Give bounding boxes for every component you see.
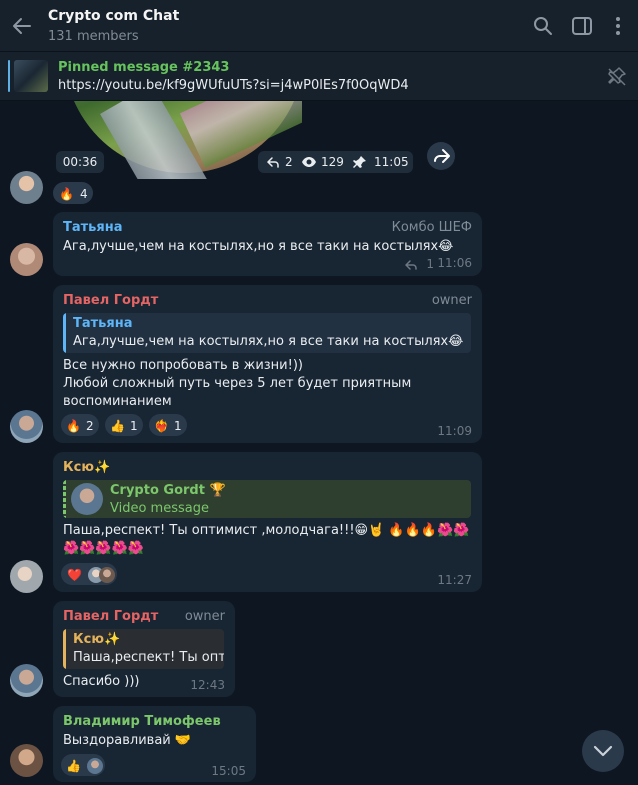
message-text: Ага,лучше,чем на костылях,но я все таки … <box>63 239 454 254</box>
member-title: owner <box>431 293 472 308</box>
message-line: воспоминанием <box>63 394 172 409</box>
reactor-avatar <box>86 757 103 774</box>
avatar[interactable] <box>10 560 43 593</box>
reaction-thumbs-up[interactable]: 👍 <box>61 754 105 776</box>
message-text: Выздоравливай 🤝 <box>63 733 192 748</box>
avatar[interactable] <box>10 410 43 443</box>
search-icon[interactable] <box>531 14 555 38</box>
reply-quote[interactable]: Татьяна Ага,лучше,чем на костылях,но я в… <box>63 313 471 353</box>
message-time: 11:09 <box>437 424 472 438</box>
more-options-icon[interactable] <box>606 14 630 38</box>
pinned-title: Pinned message #2343 <box>58 60 230 75</box>
avatar[interactable] <box>10 744 43 777</box>
views-icon <box>301 151 317 180</box>
video-meta: 2 129 11:05 <box>258 151 413 173</box>
forward-button[interactable] <box>427 142 455 170</box>
message-line: 🌺🌺🌺🌺🌺 <box>63 541 144 556</box>
quote-author: Crypto Gordt 🏆 <box>110 483 226 498</box>
message-bubble[interactable]: Павел Гордт owner Татьяна Ага,лучше,чем … <box>53 285 482 443</box>
reactor-avatar <box>98 566 115 583</box>
sidebar-toggle-icon[interactable] <box>570 14 594 38</box>
video-time: 11:05 <box>374 155 409 169</box>
quote-text: Ага,лучше,чем на костылях,но я все таки … <box>73 334 464 349</box>
pinned-icon <box>353 151 367 180</box>
message-time: 12:43 <box>190 678 225 692</box>
reaction-fire[interactable]: 🔥 2 <box>61 414 99 436</box>
reaction-fire[interactable]: 🔥 4 <box>53 182 93 204</box>
message-line: Паша,респект! Ты оптимист ,молодчага!!!😁… <box>63 523 470 538</box>
message-time: 11:27 <box>437 573 472 587</box>
message-line: Все нужно попробовать в жизни!)) <box>63 358 303 373</box>
sender-name[interactable]: Павел Гордт <box>63 609 158 624</box>
quote-author: Татьяна <box>73 316 133 331</box>
avatar[interactable] <box>10 664 43 697</box>
view-count: 129 <box>321 155 344 169</box>
reaction-heart-fire[interactable]: ❤️‍🔥 1 <box>149 414 187 436</box>
quote-text: Паша,респект! Ты опт... <box>73 650 224 665</box>
pinned-indicator <box>8 60 10 92</box>
pinned-thumbnail <box>14 60 48 92</box>
reply-quote[interactable]: Ксю✨ Паша,респект! Ты опт... <box>63 629 224 669</box>
quote-avatar <box>71 483 103 515</box>
pinned-message-bar[interactable]: Pinned message #2343 https://youtu.be/kf… <box>0 52 638 101</box>
reply-counter[interactable]: 1 <box>404 257 434 271</box>
reply-icon <box>266 151 280 180</box>
reaction-thumbs-up[interactable]: 👍 1 <box>105 414 143 436</box>
back-arrow-icon[interactable] <box>8 12 36 40</box>
message-bubble[interactable]: Татьяна Комбо ШЕФ Ага,лучше,чем на косты… <box>53 212 482 276</box>
reply-icon <box>404 259 417 270</box>
unpin-icon[interactable] <box>606 66 628 86</box>
message-bubble[interactable]: Ксю✨ Crypto Gordt 🏆 Video message Паша,р… <box>53 452 482 592</box>
video-duration: 00:36 <box>56 151 104 173</box>
quote-author: Ксю✨ <box>73 632 121 647</box>
sender-name[interactable]: Татьяна <box>63 220 123 235</box>
message-time: 11:06 <box>437 256 472 270</box>
quote-text: Video message <box>110 501 209 516</box>
chevron-down-icon <box>593 745 613 757</box>
reply-quote[interactable]: Crypto Gordt 🏆 Video message <box>63 480 471 518</box>
quote-bar <box>63 480 66 518</box>
forward-icon <box>434 149 450 163</box>
message-text: Спасибо ))) <box>63 674 140 689</box>
sender-name[interactable]: Владимир Тимофеев <box>63 714 221 729</box>
avatar[interactable] <box>10 243 43 276</box>
pinned-link[interactable]: https://youtu.be/kf9gWUfuUTs?si=j4wP0lEs… <box>58 78 409 93</box>
reply-count: 2 <box>285 155 293 169</box>
sender-name[interactable]: Ксю✨ <box>63 460 110 475</box>
quote-bar <box>63 313 66 353</box>
sender-name[interactable]: Павел Гордт <box>63 293 158 308</box>
reaction-heart[interactable]: ❤️ <box>61 563 117 585</box>
member-title: Комбо ШЕФ <box>391 220 472 235</box>
message-bubble[interactable]: Павел Гордт owner Ксю✨ Паша,респект! Ты … <box>53 601 235 697</box>
member-title: owner <box>184 609 225 624</box>
member-count: 131 members <box>48 29 139 44</box>
chat-title[interactable]: Crypto com Chat <box>48 8 179 24</box>
quote-bar <box>63 629 66 669</box>
scroll-to-bottom-button[interactable] <box>582 730 624 772</box>
message-line: Любой сложный путь через 5 лет будет при… <box>63 376 412 391</box>
message-time: 15:05 <box>211 764 246 778</box>
chat-header: Crypto com Chat 131 members <box>0 0 638 52</box>
message-bubble[interactable]: Владимир Тимофеев Выздоравливай 🤝 👍 15:0… <box>53 706 256 782</box>
avatar[interactable] <box>10 171 43 204</box>
